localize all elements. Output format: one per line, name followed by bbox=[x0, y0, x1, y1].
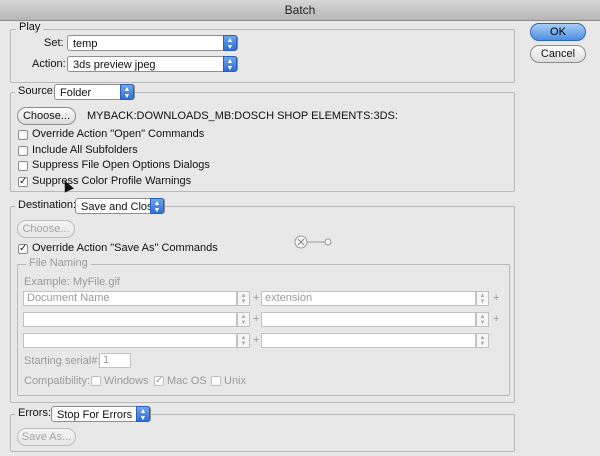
suppress-open-dialogs-checkbox[interactable] bbox=[18, 161, 28, 171]
override-save-as-checkbox[interactable]: ✓ bbox=[18, 244, 28, 254]
suppress-color-warnings-label: Suppress Color Profile Warnings bbox=[32, 175, 192, 187]
checkmark-icon: ✓ bbox=[19, 176, 28, 187]
plus-label: + bbox=[253, 292, 260, 304]
file-naming-example: Example: MyFile.gif bbox=[24, 276, 120, 288]
naming-spin-icon[interactable]: ▲ ▼ bbox=[476, 291, 489, 306]
naming-spin-icon[interactable]: ▲ ▼ bbox=[237, 312, 250, 327]
errors-popup[interactable]: Stop For Errors ▲ ▼ bbox=[51, 406, 151, 422]
set-popup[interactable]: temp ▲ ▼ bbox=[67, 35, 238, 51]
compatibility-label: Compatibility: bbox=[24, 375, 91, 387]
naming-field-5[interactable] bbox=[23, 333, 237, 348]
set-label: Set: bbox=[44, 37, 64, 49]
naming-spin-icon[interactable]: ▲ ▼ bbox=[476, 333, 489, 348]
naming-field-4[interactable] bbox=[261, 312, 476, 327]
override-open-checkbox[interactable] bbox=[18, 130, 28, 140]
naming-spin-icon[interactable]: ▲ ▼ bbox=[237, 291, 250, 306]
include-subfolders-checkbox[interactable] bbox=[18, 146, 28, 156]
action-value: 3ds preview jpeg bbox=[73, 59, 156, 71]
suppress-open-dialogs-label: Suppress File Open Options Dialogs bbox=[32, 159, 210, 171]
plus-label: + bbox=[493, 292, 500, 304]
macos-checkbox[interactable]: ✓ bbox=[154, 376, 164, 386]
destination-label: Destination: bbox=[15, 199, 80, 211]
popup-arrows-icon: ▲ ▼ bbox=[150, 198, 164, 214]
plus-label: + bbox=[253, 334, 260, 346]
file-naming-label: File Naming bbox=[26, 257, 91, 269]
naming-field-3[interactable] bbox=[23, 312, 237, 327]
unix-label: Unix bbox=[224, 375, 247, 387]
naming-spin-icon[interactable]: ▲ ▼ bbox=[237, 333, 250, 348]
checkmark-icon: ✓ bbox=[19, 243, 28, 254]
action-label: Action: bbox=[32, 58, 66, 70]
destination-popup[interactable]: Save and Close ▲ ▼ bbox=[75, 198, 165, 214]
errors-save-as-button[interactable]: Save As... bbox=[17, 428, 76, 446]
plus-label: + bbox=[493, 313, 500, 325]
popup-arrows-icon: ▲ ▼ bbox=[223, 35, 237, 51]
serial-label: Starting serial#: bbox=[24, 355, 101, 367]
naming-field-6[interactable] bbox=[261, 333, 476, 348]
naming-field-2[interactable]: extension bbox=[261, 291, 476, 306]
source-choose-button[interactable]: Choose... bbox=[17, 107, 76, 125]
naming-spin-icon[interactable]: ▲ ▼ bbox=[476, 312, 489, 327]
serial-input[interactable]: 1 bbox=[99, 353, 131, 368]
set-value: temp bbox=[73, 38, 98, 50]
include-subfolders-label: Include All Subfolders bbox=[32, 144, 138, 156]
link-toggle-icon[interactable] bbox=[294, 234, 334, 250]
action-popup[interactable]: 3ds preview jpeg ▲ ▼ bbox=[67, 56, 238, 72]
override-open-label: Override Action "Open" Commands bbox=[32, 128, 205, 140]
unix-checkbox[interactable] bbox=[211, 376, 221, 386]
errors-value: Stop For Errors bbox=[57, 409, 133, 421]
plus-label: + bbox=[253, 313, 260, 325]
window-title: Batch bbox=[0, 0, 600, 21]
errors-label: Errors: bbox=[15, 407, 54, 419]
windows-label: Windows bbox=[104, 375, 149, 387]
destination-choose-button[interactable]: Choose... bbox=[17, 220, 75, 238]
popup-arrows-icon: ▲ ▼ bbox=[136, 406, 150, 422]
destination-value: Save and Close bbox=[81, 201, 159, 213]
windows-checkbox[interactable] bbox=[91, 376, 101, 386]
source-value: Folder bbox=[60, 87, 92, 99]
suppress-color-warnings-checkbox[interactable]: ✓ bbox=[18, 177, 28, 187]
checkmark-icon: ✓ bbox=[155, 375, 164, 386]
source-label: Source: bbox=[15, 85, 59, 97]
macos-label: Mac OS bbox=[167, 375, 207, 387]
override-save-as-label: Override Action "Save As" Commands bbox=[32, 242, 218, 254]
naming-field-1[interactable]: Document Name bbox=[23, 291, 237, 306]
popup-arrows-icon: ▲ ▼ bbox=[223, 56, 237, 72]
source-path: MYBACK:DOWNLOADS_MB:DOSCH SHOP ELEMENTS:… bbox=[87, 110, 398, 122]
source-popup[interactable]: Folder ▲ ▼ bbox=[54, 84, 135, 100]
ok-button[interactable]: OK bbox=[530, 23, 586, 41]
play-group-label: Play bbox=[16, 21, 44, 33]
cancel-button[interactable]: Cancel bbox=[530, 45, 586, 63]
popup-arrows-icon: ▲ ▼ bbox=[120, 84, 134, 100]
